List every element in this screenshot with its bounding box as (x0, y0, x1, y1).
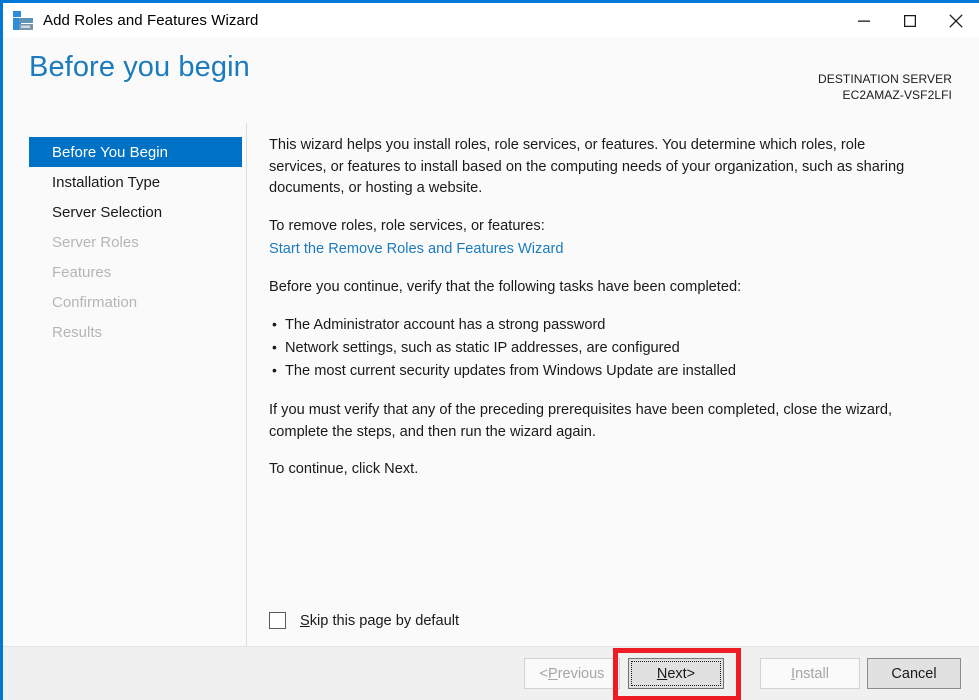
destination-server-value: EC2AMAZ-VSF2LFI (842, 88, 952, 102)
sidebar-item-label: Server Selection (52, 203, 163, 221)
next-button[interactable]: Next > (628, 658, 724, 689)
skip-page-accel: S (300, 612, 310, 629)
sidebar-item-results: Results (29, 317, 242, 347)
continue-paragraph: To continue, click Next. (269, 461, 419, 477)
list-item: The most current security updates from W… (269, 359, 957, 383)
verify-lead-in: Before you continue, verify that the fol… (269, 278, 742, 295)
sidebar-item-server-roles: Server Roles (29, 227, 242, 257)
cancel-button[interactable]: Cancel (867, 658, 961, 689)
cancel-button-rest: Cancel (891, 665, 937, 682)
page-header: Before you begin DESTINATION SERVER EC2A… (3, 38, 979, 123)
previous-button-rest: revious (557, 665, 605, 682)
minimize-icon (858, 15, 870, 27)
sidebar-item-label: Installation Type (52, 173, 161, 191)
sidebar-item-installation-type[interactable]: Installation Type (29, 167, 242, 197)
list-item: Network settings, such as static IP addr… (269, 336, 957, 360)
list-item: The Administrator account has a strong p… (269, 313, 957, 337)
remove-lead-in: To remove roles, role services, or featu… (269, 217, 545, 234)
skip-page-rest: kip this page by default (309, 612, 460, 629)
intro-paragraph: This wizard helps you install roles, rol… (269, 137, 905, 196)
destination-server-block: DESTINATION SERVER EC2AMAZ-VSF2LFI (818, 71, 952, 103)
button-bar: < Previous Next > Install Cancel (3, 647, 979, 700)
previous-button-accel: P (548, 665, 558, 682)
sidebar-item-label: Before You Begin (52, 143, 168, 161)
skip-page-checkbox[interactable] (269, 612, 286, 629)
wizard-step-nav: Before You Begin Installation Type Serve… (3, 123, 247, 646)
page-title: Before you begin (29, 51, 250, 83)
close-button[interactable] (933, 3, 979, 38)
title-bar: Add Roles and Features Wizard (3, 3, 979, 38)
sidebar-item-before-you-begin[interactable]: Before You Begin (29, 137, 242, 167)
body-area: Before You Begin Installation Type Serve… (3, 123, 979, 647)
sidebar-item-label: Features (52, 263, 112, 281)
sidebar-item-label: Results (52, 323, 103, 341)
sidebar-item-label: Confirmation (52, 293, 138, 311)
sidebar-item-features: Features (29, 257, 242, 287)
install-button: Install (760, 658, 860, 689)
prerequisite-paragraph: If you must verify that any of the prece… (269, 402, 893, 440)
wizard-content: This wizard helps you install roles, rol… (248, 123, 979, 646)
maximize-icon (904, 14, 916, 27)
next-button-suffix: > (686, 665, 696, 682)
previous-button: < Previous (524, 658, 620, 689)
minimize-button[interactable] (841, 3, 887, 38)
prerequisite-checklist: The Administrator account has a strong p… (269, 313, 957, 383)
skip-page-label: Skip this page by default (300, 613, 459, 629)
previous-button-prefix: < (539, 665, 549, 682)
sidebar-item-server-selection[interactable]: Server Selection (29, 197, 242, 227)
next-button-rest: ext (667, 665, 687, 682)
window-controls (841, 3, 979, 38)
destination-server-label: DESTINATION SERVER (817, 72, 952, 86)
window-title: Add Roles and Features Wizard (43, 12, 259, 29)
sidebar-item-confirmation: Confirmation (29, 287, 242, 317)
remove-roles-wizard-link[interactable]: Start the Remove Roles and Features Wiza… (269, 239, 563, 261)
close-icon (949, 13, 963, 28)
server-roles-icon (12, 10, 34, 31)
skip-page-checkbox-row[interactable]: Skip this page by default (269, 612, 459, 629)
next-button-accel: N (656, 665, 668, 682)
sidebar-item-label: Server Roles (52, 233, 139, 251)
install-button-rest: nstall (795, 665, 829, 682)
wizard-window: Add Roles and Features Wizard Before you… (0, 0, 979, 700)
maximize-button[interactable] (887, 3, 933, 38)
